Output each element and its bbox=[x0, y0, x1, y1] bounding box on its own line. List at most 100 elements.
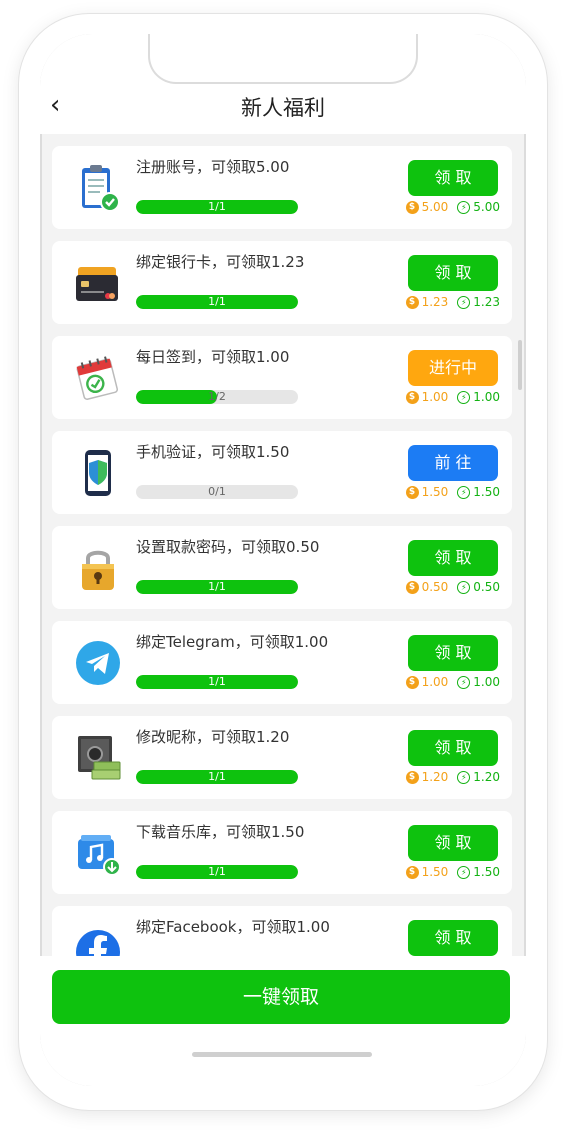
scrollbar[interactable] bbox=[518, 340, 522, 390]
reward-row: $ 1.00 ⚡ 1.00 bbox=[405, 390, 500, 404]
task-card: 绑定Telegram，可领取1.00 1/1 领 取 $ 1.00 ⚡ 1.00 bbox=[52, 621, 512, 704]
claim-button[interactable]: 领 取 bbox=[408, 635, 498, 671]
clipboard-check-icon bbox=[82, 165, 120, 212]
task-card: 注册账号，可领取5.00 1/1 领 取 $ 5.00 ⚡ 5.00 bbox=[52, 146, 512, 229]
phone-notch bbox=[148, 34, 418, 84]
coin-amount: 5.00 bbox=[421, 200, 449, 214]
task-title: 下载音乐库，可领取1.50 bbox=[136, 823, 305, 841]
in-progress-button[interactable]: 进行中 bbox=[408, 350, 498, 386]
task-title: 绑定Telegram，可领取1.00 bbox=[136, 633, 329, 651]
reward-row: $ 1.50 ⚡ 1.50 bbox=[405, 865, 500, 879]
bonus-amount: 1.00 bbox=[473, 675, 500, 689]
bolt-icon: ⚡ bbox=[457, 580, 471, 594]
coin-icon: $ bbox=[405, 770, 419, 784]
coin-amount: 1.50 bbox=[421, 485, 449, 499]
page-title: 新人福利 bbox=[241, 96, 325, 120]
progress-text: 1/1 bbox=[208, 770, 226, 783]
progress-bar: 1/1 bbox=[136, 770, 298, 784]
bolt-icon: ⚡ bbox=[457, 865, 471, 879]
claim-button[interactable]: 领 取 bbox=[408, 540, 498, 576]
progress-text: 1/1 bbox=[208, 865, 226, 878]
padlock-icon bbox=[82, 550, 114, 590]
coin-icon: $ bbox=[405, 295, 419, 309]
bolt-icon: ⚡ bbox=[457, 390, 471, 404]
coin-icon: $ bbox=[405, 200, 419, 214]
task-title: 设置取款密码，可领取0.50 bbox=[136, 538, 320, 556]
home-indicator bbox=[192, 1052, 372, 1057]
coin-amount: 0.50 bbox=[421, 580, 449, 594]
task-list[interactable]: 注册账号，可领取5.00 1/1 领 取 $ 5.00 ⚡ 5.00 绑定银行卡… bbox=[40, 134, 526, 956]
bonus-amount: 1.50 bbox=[473, 485, 500, 499]
bolt-icon: ⚡ bbox=[457, 200, 471, 214]
task-title: 绑定银行卡，可领取1.23 bbox=[136, 253, 305, 271]
coin-amount: 1.20 bbox=[421, 770, 449, 784]
progress-bar: 1/1 bbox=[136, 200, 298, 214]
claim-button[interactable]: 领 取 bbox=[408, 920, 498, 956]
music-download-icon bbox=[78, 835, 121, 876]
bonus-amount: 0.50 bbox=[473, 580, 500, 594]
task-card: 下载音乐库，可领取1.50 1/1 领 取 $ 1.50 ⚡ 1.50 bbox=[52, 811, 512, 894]
progress-bar: 1/1 bbox=[136, 865, 298, 879]
reward-row: $ 5.00 ⚡ 5.00 bbox=[405, 200, 500, 214]
bank-card-icon bbox=[76, 267, 118, 301]
bonus-amount: 1.23 bbox=[473, 295, 500, 309]
facebook-icon bbox=[76, 930, 120, 956]
bonus-amount: 1.50 bbox=[473, 865, 500, 879]
coin-amount: 1.00 bbox=[421, 390, 449, 404]
bolt-icon: ⚡ bbox=[457, 485, 471, 499]
claim-all-button[interactable]: 一键领取 bbox=[52, 970, 510, 1024]
bonus-amount: 5.00 bbox=[473, 200, 500, 214]
reward-row: $ 1.00 ⚡ 1.00 bbox=[405, 675, 500, 689]
task-card: 绑定银行卡，可领取1.23 1/1 领 取 $ 1.23 ⚡ 1.23 bbox=[52, 241, 512, 324]
task-card: 每日签到，可领取1.00 1/2 进行中 $ 1.00 ⚡ 1.00 bbox=[52, 336, 512, 419]
coin-icon: $ bbox=[405, 390, 419, 404]
progress-text: 1/1 bbox=[208, 295, 226, 308]
go-button[interactable]: 前 往 bbox=[408, 445, 498, 481]
reward-row: $ 1.23 ⚡ 1.23 bbox=[405, 295, 500, 309]
progress-bar: 1/2 bbox=[136, 390, 298, 404]
claim-button[interactable]: 领 取 bbox=[408, 825, 498, 861]
task-title: 修改昵称，可领取1.20 bbox=[136, 728, 290, 746]
progress-bar: 1/1 bbox=[136, 295, 298, 309]
progress-text: 1/1 bbox=[208, 580, 226, 593]
task-card: 绑定Facebook，可领取1.00 领 取 bbox=[52, 906, 512, 956]
task-title: 注册账号，可领取5.00 bbox=[136, 158, 290, 176]
reward-row: $ 1.20 ⚡ 1.20 bbox=[405, 770, 500, 784]
coin-icon: $ bbox=[405, 580, 419, 594]
task-card: 设置取款密码，可领取0.50 1/1 领 取 $ 0.50 ⚡ 0.50 bbox=[52, 526, 512, 609]
coin-amount: 1.50 bbox=[421, 865, 449, 879]
claim-button[interactable]: 领 取 bbox=[408, 160, 498, 196]
progress-text: 1/1 bbox=[208, 675, 226, 688]
task-card: 手机验证，可领取1.50 0/1 前 往 $ 1.50 ⚡ 1.50 bbox=[52, 431, 512, 514]
safe-money-icon bbox=[78, 736, 121, 780]
bolt-icon: ⚡ bbox=[457, 675, 471, 689]
bolt-icon: ⚡ bbox=[457, 295, 471, 309]
phone-shield-icon bbox=[85, 450, 111, 496]
bonus-amount: 1.00 bbox=[473, 390, 500, 404]
coin-amount: 1.23 bbox=[421, 295, 449, 309]
task-title: 手机验证，可领取1.50 bbox=[136, 443, 290, 461]
screen: ‹ 新人福利 注册账号，可领取5.00 1/1 领 取 $ 5.00 ⚡ 5.0… bbox=[40, 34, 526, 1086]
task-card: 修改昵称，可领取1.20 1/1 领 取 $ 1.20 ⚡ 1.20 bbox=[52, 716, 512, 799]
progress-text: 0/1 bbox=[208, 485, 226, 498]
coin-icon: $ bbox=[405, 675, 419, 689]
calendar-check-icon bbox=[76, 356, 118, 400]
progress-bar: 1/1 bbox=[136, 675, 298, 689]
task-title: 每日签到，可领取1.00 bbox=[136, 348, 290, 366]
telegram-icon bbox=[76, 641, 120, 685]
claim-button[interactable]: 领 取 bbox=[408, 255, 498, 291]
claim-button[interactable]: 领 取 bbox=[408, 730, 498, 766]
progress-bar: 0/1 bbox=[136, 485, 298, 499]
coin-amount: 1.00 bbox=[421, 675, 449, 689]
coin-icon: $ bbox=[405, 485, 419, 499]
coin-icon: $ bbox=[405, 865, 419, 879]
bolt-icon: ⚡ bbox=[457, 770, 471, 784]
footer-bar: 一键领取 bbox=[40, 956, 526, 1086]
progress-text: 1/2 bbox=[208, 390, 226, 403]
task-title: 绑定Facebook，可领取1.00 bbox=[136, 918, 330, 936]
reward-row: $ 1.50 ⚡ 1.50 bbox=[405, 485, 500, 499]
progress-bar: 1/1 bbox=[136, 580, 298, 594]
bonus-amount: 1.20 bbox=[473, 770, 500, 784]
reward-row: $ 0.50 ⚡ 0.50 bbox=[405, 580, 500, 594]
progress-text: 1/1 bbox=[208, 200, 226, 213]
